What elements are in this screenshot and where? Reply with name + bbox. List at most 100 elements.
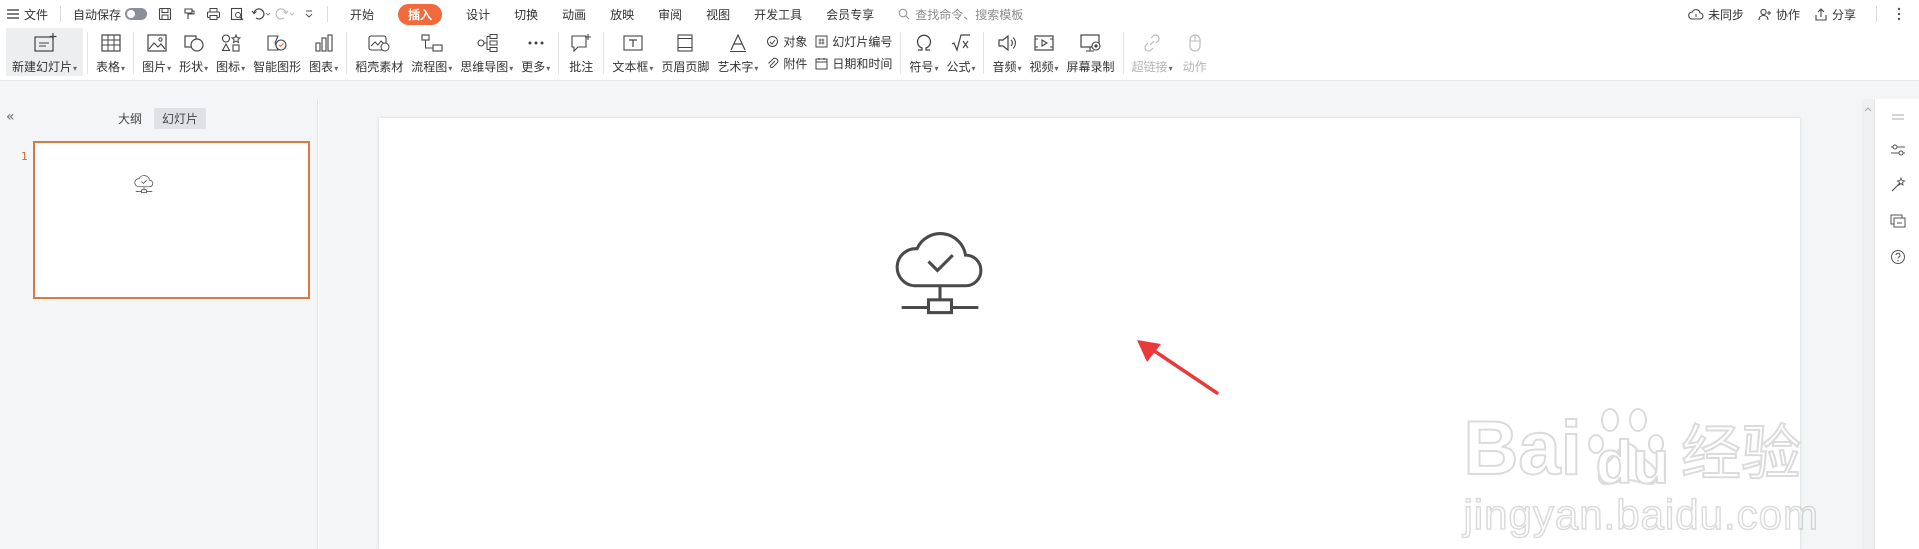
collapse-lines-icon[interactable] [1888,107,1908,127]
attachment-button[interactable]: 附件 [766,53,807,73]
file-menu[interactable]: 文件 [0,0,54,28]
new-slide-button[interactable]: 新建幻灯片▾ [6,28,84,76]
autosave-toggle[interactable]: 自动保存 [67,0,153,28]
tab-review[interactable]: 审阅 [646,0,694,28]
wordart-button[interactable]: 艺术字▾ [713,28,762,78]
textbox-button[interactable]: 文本框▾ [608,28,657,78]
search-icon [898,8,910,20]
shape-button[interactable]: 形状▾ [175,28,212,78]
sync-status-button[interactable]: 未同步 [1688,6,1744,23]
icons-icon [217,30,245,56]
vertical-scrollbar[interactable] [1862,99,1874,549]
divider [346,32,348,74]
collapse-panel-icon[interactable]: « [6,109,15,125]
chart-button[interactable]: 图表▾ [305,28,342,78]
share-button[interactable]: 分享 [1814,6,1856,23]
collab-label: 协作 [1775,7,1800,22]
adjust-settings-icon[interactable] [1888,140,1908,160]
redo-icon[interactable] [274,3,296,25]
customize-toolbar-icon[interactable] [298,3,320,25]
date-time-button[interactable]: 日期和时间 [815,53,892,73]
icon-label: 图标 [216,60,241,74]
tab-animations[interactable]: 动画 [550,0,598,28]
table-button[interactable]: 表格▾ [92,28,129,78]
mindmap-button[interactable]: 思维导图▾ [456,28,517,78]
more-dots-icon [522,30,550,56]
more-button[interactable]: 更多▾ [517,28,554,78]
tab-view[interactable]: 视图 [694,0,742,28]
comment-label: 批注 [569,60,594,74]
hash-icon [815,35,828,47]
format-painter-icon[interactable] [178,3,200,25]
tab-insert[interactable]: 插入 [386,0,454,28]
date-time-label: 日期和时间 [832,56,893,71]
material-button[interactable]: 稻壳素材 [351,28,407,78]
tab-developer[interactable]: 开发工具 [742,0,814,28]
symbol-button[interactable]: 符号▾ [905,28,942,78]
scroll-up-icon[interactable] [1862,105,1874,115]
tab-transitions[interactable]: 切换 [502,0,550,28]
ribbon-tabs: 开始 插入 设计 切换 动画 放映 审阅 视图 开发工具 会员专享 查找命令、搜… [338,0,1023,28]
tab-slideshow[interactable]: 放映 [598,0,646,28]
slide-number-button[interactable]: 幻灯片编号 [815,31,892,51]
slide-number-label: 幻灯片编号 [832,34,893,49]
print-preview-icon[interactable] [226,3,248,25]
header-footer-button[interactable]: 页眉页脚 [657,28,713,78]
symbol-label: 符号 [909,60,934,74]
slides-panel-icon[interactable] [1888,211,1908,231]
insert-number-group: 幻灯片编号 日期和时间 [811,28,896,76]
tab-member[interactable]: 会员专享 [814,0,886,28]
material-label: 稻壳素材 [355,60,404,74]
command-search[interactable]: 查找命令、搜索模板 [898,6,1023,23]
tab-outline[interactable]: 大纲 [110,108,150,129]
flowchart-label: 流程图 [411,60,448,74]
screen-record-label: 屏幕录制 [1066,60,1115,74]
chart-label: 图表 [309,60,334,74]
divider [1122,32,1124,74]
bar-chart-icon [310,30,338,56]
right-task-pane-bar [1874,99,1919,549]
save-icon[interactable] [154,3,176,25]
textbox-label: 文本框 [612,60,649,74]
screen-record-icon [1077,30,1105,56]
more-options-button[interactable] [1897,7,1901,21]
tab-design[interactable]: 设计 [454,0,502,28]
icon-button[interactable]: 图标▾ [212,28,249,78]
video-label: 视频 [1029,60,1054,74]
share-icon [1815,7,1827,21]
action-button[interactable]: 动作 [1177,28,1213,78]
smart-shape-button[interactable]: 智能图形 [249,28,305,78]
magic-wand-icon[interactable] [1888,175,1908,195]
video-button[interactable]: 视频▾ [1026,28,1063,78]
tab-home[interactable]: 开始 [338,0,386,28]
collaborate-button[interactable]: 协作 [1758,6,1800,23]
divider [983,32,985,74]
new-slide-icon [31,30,59,56]
menu-bar: 文件 自动保存 开始 插入 设计 切换 动画 放映 审阅 视图 开发工具 会员专… [0,0,1919,28]
print-icon[interactable] [202,3,224,25]
screen-record-button[interactable]: 屏幕录制 [1063,28,1119,78]
comment-button[interactable]: 批注 [563,28,599,78]
audio-button[interactable]: 音频▾ [988,28,1025,78]
divider [133,32,135,74]
slide-thumbnail[interactable] [33,141,310,299]
mindmap-label: 思维导图 [460,60,509,74]
material-icon [365,30,393,56]
divider [327,6,329,22]
object-button[interactable]: 对象 [766,31,807,51]
undo-icon[interactable] [250,3,272,25]
workspace-top-strip [0,81,1919,99]
help-icon[interactable] [1888,247,1908,267]
unsync-label: 未同步 [1707,7,1744,22]
wordart-icon [724,30,752,56]
formula-button[interactable]: 公式▾ [942,28,979,78]
picture-button[interactable]: 图片▾ [138,28,175,78]
divider [87,32,89,74]
watermark-url: jingyan.baidu.com [1463,490,1819,539]
tab-slides[interactable]: 幻灯片 [154,108,207,129]
share-label: 分享 [1831,7,1856,22]
hyperlink-button[interactable]: 超链接▾ [1128,28,1177,78]
flowchart-button[interactable]: 流程图▾ [407,28,456,78]
link-icon [1138,30,1166,56]
cloud-network-icon[interactable] [888,227,992,319]
